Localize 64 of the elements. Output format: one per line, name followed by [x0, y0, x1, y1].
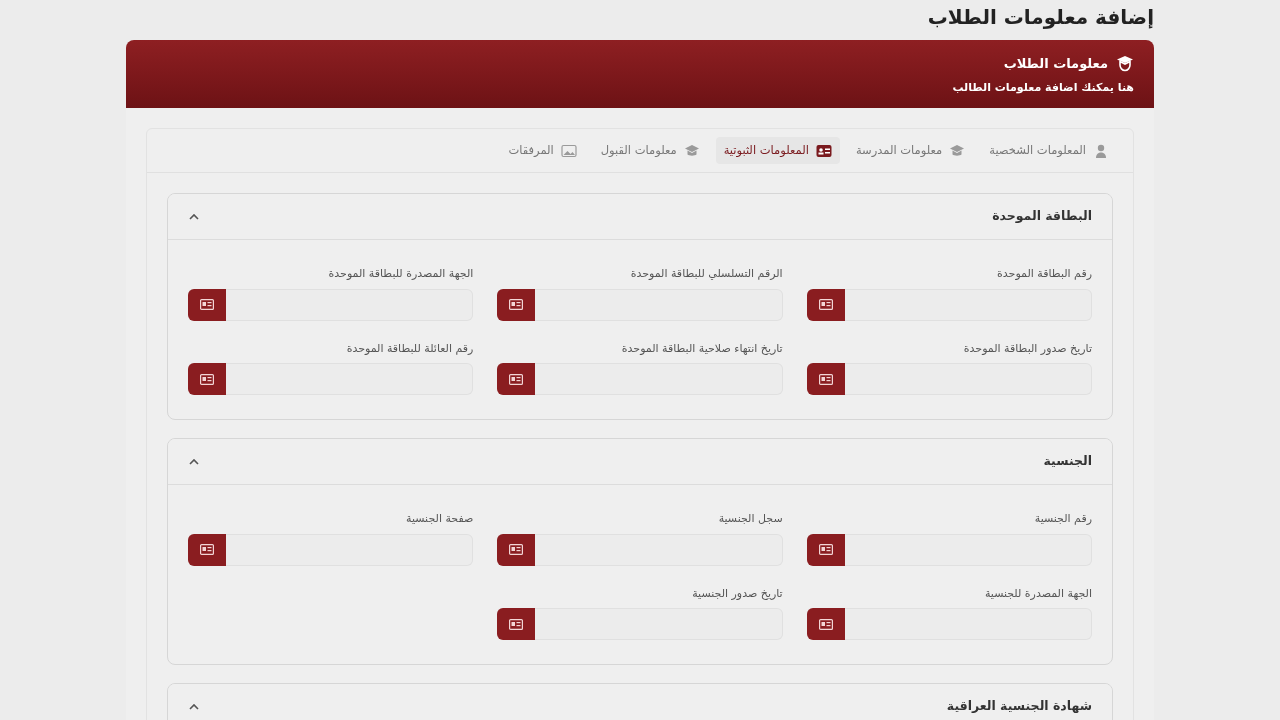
graduation-icon [1116, 54, 1134, 73]
id-card-button[interactable] [806, 608, 845, 641]
graduation-cap-icon [683, 143, 700, 158]
input-field[interactable] [226, 533, 474, 566]
id-card-icon [818, 299, 833, 311]
id-card-button[interactable] [497, 288, 536, 321]
id-card-icon [815, 143, 832, 158]
id-card-icon [509, 618, 524, 630]
input-field[interactable] [535, 533, 783, 566]
id-card-icon [818, 373, 833, 385]
input-field[interactable] [535, 288, 783, 321]
field-label: صفحة الجنسية [406, 511, 474, 528]
collapse-toggle[interactable] [188, 212, 200, 221]
field-label: تاريخ صدور البطاقة الموحدة [963, 340, 1092, 357]
section-title: الجنسية [1043, 452, 1092, 471]
input-field[interactable] [535, 363, 783, 396]
collapse-toggle[interactable] [188, 702, 200, 711]
id-card-button[interactable] [806, 533, 845, 566]
tab[interactable]: المرفقات [500, 137, 585, 165]
person-icon [1093, 143, 1109, 158]
tab[interactable]: المعلومات الثبوتية [715, 137, 840, 165]
id-card-icon [818, 618, 833, 630]
id-card-icon [200, 544, 214, 556]
id-card-icon [818, 544, 833, 556]
input-field[interactable] [226, 288, 474, 321]
collapse-toggle[interactable] [188, 457, 200, 466]
image-icon [560, 143, 577, 158]
field-label: الجهة المصدرة للجنسية [984, 585, 1092, 602]
id-card-button[interactable] [188, 288, 226, 321]
field-label: تاريخ صدور الجنسية [692, 585, 783, 602]
tab[interactable]: معلومات القبول [592, 137, 708, 165]
id-card-icon [200, 299, 214, 311]
field-label: الجهة المصدرة للبطاقة الموحدة [328, 266, 474, 283]
field-label: الرقم التسلسلي للبطاقة الموحدة [630, 266, 783, 283]
id-card-button[interactable] [497, 608, 536, 641]
id-card-icon [509, 373, 524, 385]
tab[interactable]: المعلومات الشخصية [981, 137, 1117, 165]
field-label: رقم الجنسية [1034, 511, 1092, 528]
id-card-icon [509, 299, 524, 311]
id-card-button[interactable] [188, 533, 226, 566]
field-label: رقم العائلة للبطاقة الموحدة [346, 340, 474, 357]
graduation-cap-icon [949, 143, 966, 158]
page-title: إضافة معلومات الطلاب [926, 4, 1154, 31]
id-card-button[interactable] [188, 363, 226, 396]
id-card-button[interactable] [497, 363, 536, 396]
id-card-button[interactable] [806, 288, 845, 321]
header-title: معلومات الطلاب [1003, 55, 1108, 73]
input-field[interactable] [535, 608, 783, 641]
id-card-button[interactable] [497, 533, 536, 566]
tab[interactable]: معلومات المدرسة [847, 137, 974, 165]
id-card-icon [509, 544, 524, 556]
id-card-button[interactable] [806, 363, 845, 396]
input-field[interactable] [844, 363, 1092, 396]
field-label: سجل الجنسية [718, 511, 783, 528]
field-label: رقم البطاقة الموحدة [997, 266, 1092, 283]
section-title: البطاقة الموحدة [992, 207, 1092, 226]
input-field[interactable] [844, 608, 1092, 641]
id-card-icon [200, 373, 214, 385]
input-field[interactable] [226, 363, 474, 396]
field-label: تاريخ انتهاء صلاحية البطاقة الموحدة [621, 340, 783, 357]
header-subtitle: هنا يمكنك اضافة معلومات الطالب [951, 79, 1134, 96]
section-title: شهادة الجنسية العراقية [946, 697, 1092, 716]
input-field[interactable] [844, 288, 1092, 321]
input-field[interactable] [844, 533, 1092, 566]
